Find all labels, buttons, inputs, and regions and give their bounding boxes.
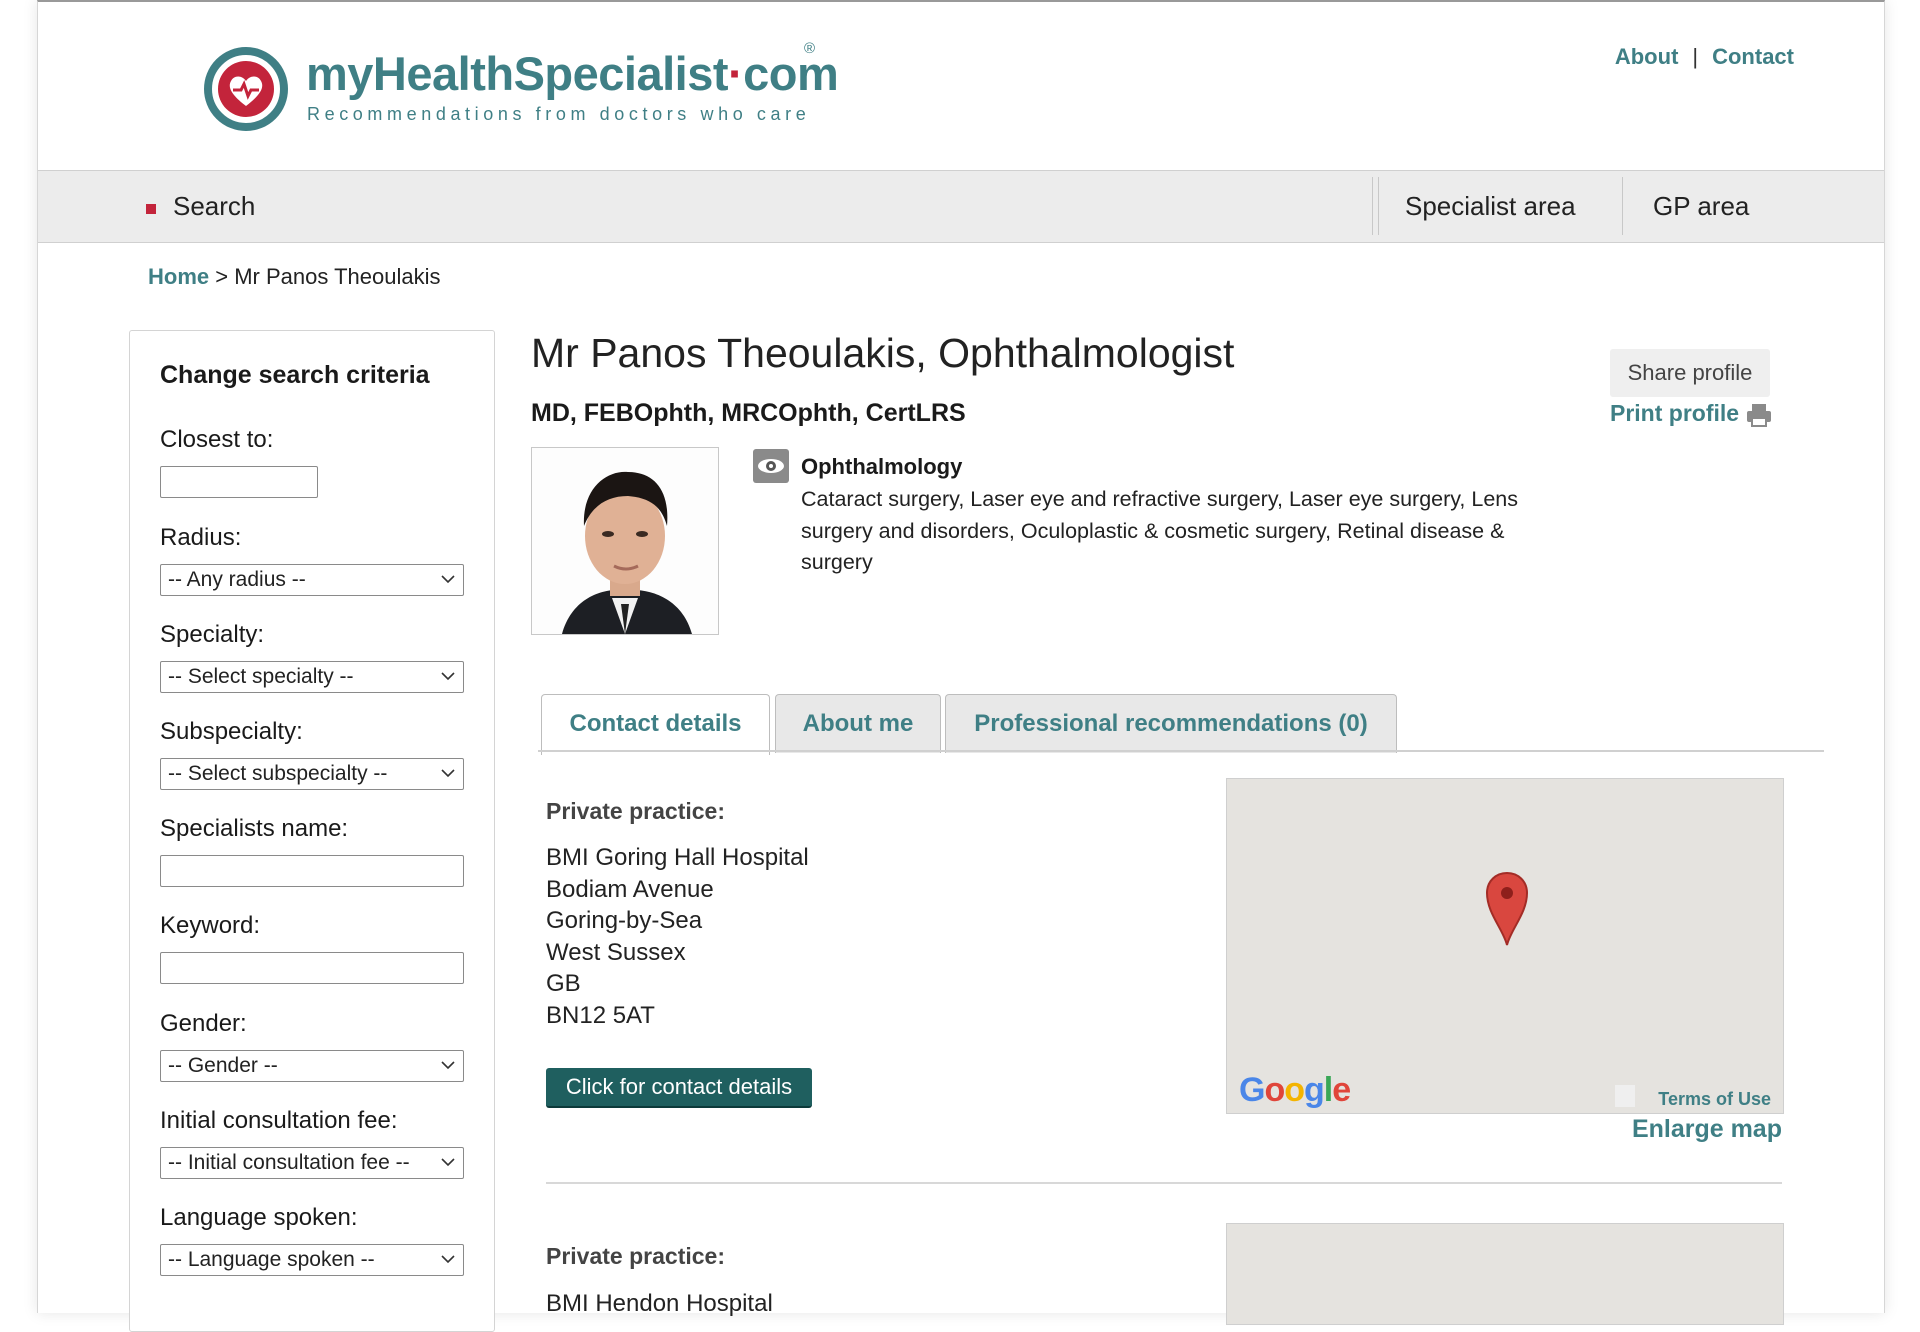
subspecialty-value: -- Select subspecialty -- <box>168 762 388 785</box>
specialist-photo <box>531 447 719 635</box>
about-link[interactable]: About <box>1615 44 1679 69</box>
chevron-down-icon <box>441 672 455 681</box>
practice-address: BMI Hendon Hospital <box>546 1288 773 1320</box>
site-tagline: Recommendations from doctors who care <box>307 104 811 124</box>
print-profile-link[interactable]: Print profile <box>1610 400 1739 427</box>
nav-gp-area[interactable]: GP area <box>1653 191 1749 222</box>
keyword-label: Keyword: <box>160 912 261 939</box>
language-label: Language spoken: <box>160 1204 358 1231</box>
radius-value: -- Any radius -- <box>168 568 306 591</box>
private-practice-label: Private practice: <box>546 1243 725 1269</box>
address-line: BN12 5AT <box>546 1001 655 1029</box>
registered-mark: ® <box>804 40 816 57</box>
eye-icon <box>753 449 789 483</box>
nav-search[interactable]: Search <box>173 191 255 222</box>
specialist-name-label: Specialists name: <box>160 815 349 842</box>
keyword-input[interactable] <box>160 952 464 984</box>
nav-specialist-area[interactable]: Specialist area <box>1405 191 1576 222</box>
search-criteria-panel: Change search criteria Closest to: Radiu… <box>129 330 495 1332</box>
tab-contact-details[interactable]: Contact details <box>541 694 770 755</box>
share-profile-button[interactable]: Share profile <box>1610 349 1770 397</box>
tab-about-me[interactable]: About me <box>775 694 941 753</box>
map-pin-icon[interactable] <box>1485 871 1529 947</box>
breadcrumb: Home > Mr Panos Theoulakis <box>148 264 440 290</box>
specialty-label: Specialty: <box>160 621 265 648</box>
address-line: Bodiam Avenue <box>546 875 714 903</box>
page-container: myHealthSpecialist·com ® Recommendations… <box>37 0 1885 1332</box>
main-nav: Search Specialist area GP area <box>38 170 1884 243</box>
enlarge-map-link[interactable]: Enlarge map <box>1632 1115 1782 1144</box>
gender-label: Gender: <box>160 1010 247 1037</box>
brand-name-part2: com <box>743 47 839 100</box>
language-select[interactable]: -- Language spoken -- <box>160 1244 464 1276</box>
google-logo[interactable]: Google <box>1239 1071 1351 1110</box>
address-line: GB <box>546 970 581 997</box>
breadcrumb-home-link[interactable]: Home <box>148 264 209 289</box>
chevron-down-icon <box>441 1158 455 1167</box>
closest-label: Closest to: <box>160 426 274 453</box>
specialist-name-title: Mr Panos Theoulakis, Ophthalmologist <box>531 330 1235 376</box>
subspecialty-select[interactable]: -- Select subspecialty -- <box>160 758 464 790</box>
closest-input[interactable] <box>160 466 318 498</box>
subspecialty-label: Subspecialty: <box>160 718 303 745</box>
top-links: About | Contact <box>1615 44 1794 70</box>
consultation-fee-value: -- Initial consultation fee -- <box>168 1151 410 1174</box>
consultation-fee-select[interactable]: -- Initial consultation fee -- <box>160 1147 464 1179</box>
chevron-down-icon <box>441 1255 455 1264</box>
contact-details-button[interactable]: Click for contact details <box>546 1068 812 1108</box>
radius-select[interactable]: -- Any radius -- <box>160 564 464 596</box>
specialty-description: Cataract surgery, Laser eye and refracti… <box>801 487 1518 574</box>
tab-professional-recommendations[interactable]: Professional recommendations (0) <box>945 694 1397 753</box>
consultation-fee-label: Initial consultation fee: <box>160 1107 398 1134</box>
tab-underline <box>538 750 1824 752</box>
google-logo-text: Google <box>1239 1071 1351 1109</box>
private-practice-label: Private practice: <box>546 798 725 824</box>
practice-separator <box>546 1182 1782 1184</box>
contact-link[interactable]: Contact <box>1712 44 1794 69</box>
address-line: West Sussex <box>546 938 686 966</box>
practice-address: BMI Goring Hall Hospital Bodiam Avenue G… <box>546 842 809 1031</box>
brand-dot: · <box>728 47 744 100</box>
breadcrumb-current: Mr Panos Theoulakis <box>234 264 441 289</box>
chevron-down-icon <box>441 1061 455 1070</box>
address-line: BMI Goring Hall Hospital <box>546 844 809 871</box>
brand-name-part1: myHealthSpecialist <box>306 47 729 100</box>
specialty-value: -- Select specialty -- <box>168 665 354 688</box>
nav-divider <box>1372 177 1373 235</box>
map-scale-box <box>1615 1085 1635 1107</box>
logo-heart-icon[interactable] <box>203 46 289 132</box>
panel-title: Change search criteria <box>160 361 430 389</box>
radius-label: Radius: <box>160 524 242 551</box>
language-value: -- Language spoken -- <box>168 1248 375 1271</box>
chevron-down-icon <box>441 769 455 778</box>
nav-divider <box>1622 177 1623 235</box>
nav-divider <box>1378 177 1379 235</box>
practice-map[interactable] <box>1226 1223 1784 1325</box>
gender-select[interactable]: -- Gender -- <box>160 1050 464 1082</box>
printer-icon[interactable] <box>1746 402 1772 428</box>
breadcrumb-separator: > <box>215 264 229 289</box>
specialist-credentials: MD, FEBOphth, MRCOphth, CertLRS <box>531 399 966 427</box>
site-brand-name[interactable]: myHealthSpecialist·com <box>306 46 839 101</box>
address-line: Goring-by-Sea <box>546 907 703 934</box>
specialist-name-input[interactable] <box>160 855 464 887</box>
specialty-select[interactable]: -- Select specialty -- <box>160 661 464 693</box>
search-bullet-icon <box>146 204 156 214</box>
practice-map[interactable]: Google Terms of Use <box>1226 778 1784 1114</box>
address-line: BMI Hendon Hospital <box>546 1290 773 1317</box>
gender-value: -- Gender -- <box>168 1054 278 1077</box>
specialty-title: Ophthalmology <box>801 454 963 479</box>
chevron-down-icon <box>441 575 455 584</box>
top-links-separator: | <box>1692 44 1699 69</box>
terms-of-use-link[interactable]: Terms of Use <box>1658 1089 1771 1110</box>
portrait-image <box>532 448 718 634</box>
